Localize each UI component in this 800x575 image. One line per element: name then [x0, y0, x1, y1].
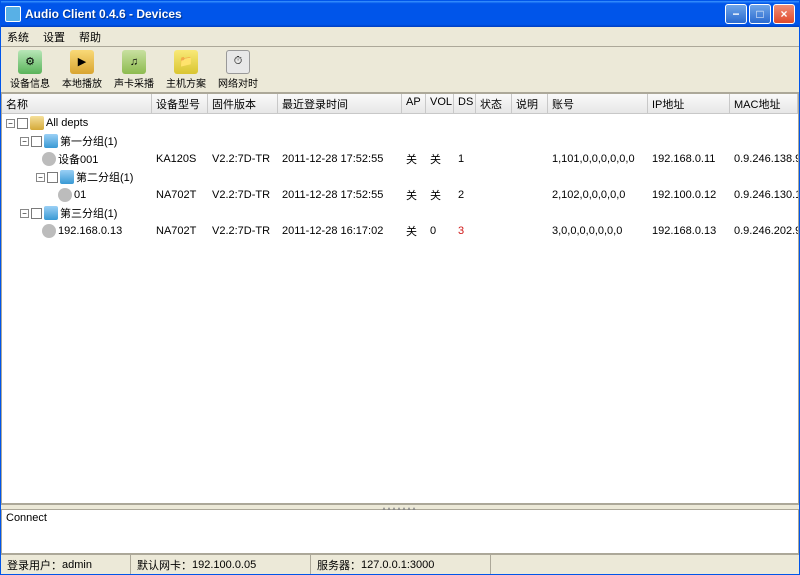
- group-icon: [44, 134, 58, 148]
- table-row[interactable]: 01 NA702T V2.2:7D-TR 2011-12-28 17:52:55…: [2, 186, 798, 204]
- tree-root-label: All depts: [46, 117, 88, 129]
- group-label: 第三分组(1): [60, 205, 117, 221]
- expander-icon[interactable]: −: [6, 119, 15, 128]
- host-plan-icon: 📁: [174, 50, 198, 74]
- group-label: 第一分组(1): [60, 133, 117, 149]
- device-icon: [42, 152, 56, 166]
- app-window: Audio Client 0.4.6 - Devices − □ × 系统 设置…: [0, 0, 800, 575]
- status-user-label: 登录用户：: [7, 557, 62, 573]
- toolbar-host-plan[interactable]: 📁 主机方案: [161, 49, 211, 91]
- tree-root-row[interactable]: − All depts: [2, 114, 798, 132]
- toolbar: ⚙ 设备信息 ▶ 本地播放 ♫ 声卡采播 📁 主机方案 ⏱ 网络对时: [1, 47, 799, 93]
- device-icon: [42, 224, 56, 238]
- device-icon: [58, 188, 72, 202]
- menu-settings[interactable]: 设置: [43, 29, 65, 45]
- col-name[interactable]: 名称: [2, 94, 152, 113]
- status-nic-label: 默认网卡：: [137, 557, 192, 573]
- grid-header: 名称 设备型号 固件版本 最近登录时间 AP VOL DS 状态 说明 账号 I…: [2, 94, 798, 114]
- table-row[interactable]: 192.168.0.13 NA702T V2.2:7D-TR 2011-12-2…: [2, 222, 798, 240]
- group-label: 第二分组(1): [76, 169, 133, 185]
- expander-icon[interactable]: −: [20, 209, 29, 218]
- device-label: 设备001: [58, 151, 98, 167]
- network-sync-icon: ⏱: [226, 50, 250, 74]
- maximize-button[interactable]: □: [749, 4, 771, 24]
- checkbox[interactable]: [17, 118, 28, 129]
- checkbox[interactable]: [31, 136, 42, 147]
- device-info-icon: ⚙: [18, 50, 42, 74]
- expander-icon[interactable]: −: [36, 173, 45, 182]
- content-area: 名称 设备型号 固件版本 最近登录时间 AP VOL DS 状态 说明 账号 I…: [1, 93, 799, 554]
- col-ds[interactable]: DS: [454, 94, 476, 113]
- toolbar-network-sync[interactable]: ⏱ 网络对时: [213, 49, 263, 91]
- expander-icon[interactable]: −: [20, 137, 29, 146]
- toolbar-soundcard-capture[interactable]: ♫ 声卡采播: [109, 49, 159, 91]
- soundcard-icon: ♫: [122, 50, 146, 74]
- col-model[interactable]: 设备型号: [152, 94, 208, 113]
- col-vol[interactable]: VOL: [426, 94, 454, 113]
- tree-group-row[interactable]: − 第二分组(1): [2, 168, 798, 186]
- group-icon: [60, 170, 74, 184]
- device-grid: 名称 设备型号 固件版本 最近登录时间 AP VOL DS 状态 说明 账号 I…: [1, 93, 799, 504]
- app-icon: [5, 6, 21, 22]
- menu-bar: 系统 设置 帮助: [1, 27, 799, 47]
- title-bar: Audio Client 0.4.6 - Devices − □ ×: [1, 1, 799, 27]
- status-server-label: 服务器：: [317, 557, 361, 573]
- status-bar: 登录用户： admin 默认网卡： 192.100.0.05 服务器： 127.…: [1, 554, 799, 574]
- checkbox[interactable]: [31, 208, 42, 219]
- menu-system[interactable]: 系统: [7, 29, 29, 45]
- status-pad: [491, 555, 799, 574]
- col-ip[interactable]: IP地址: [648, 94, 730, 113]
- menu-help[interactable]: 帮助: [79, 29, 101, 45]
- table-row[interactable]: 设备001 KA120S V2.2:7D-TR 2011-12-28 17:52…: [2, 150, 798, 168]
- close-button[interactable]: ×: [773, 4, 795, 24]
- col-ap[interactable]: AP: [402, 94, 426, 113]
- log-line: Connect: [6, 512, 794, 524]
- checkbox[interactable]: [47, 172, 58, 183]
- col-desc[interactable]: 说明: [512, 94, 548, 113]
- group-icon: [44, 206, 58, 220]
- dept-icon: [30, 116, 44, 130]
- col-version[interactable]: 固件版本: [208, 94, 278, 113]
- window-title: Audio Client 0.4.6 - Devices: [25, 7, 725, 21]
- status-nic-value: 192.100.0.05: [192, 559, 256, 571]
- log-panel[interactable]: Connect: [1, 510, 799, 554]
- toolbar-device-info[interactable]: ⚙ 设备信息: [5, 49, 55, 91]
- device-label: 01: [74, 189, 86, 201]
- col-lastlogin[interactable]: 最近登录时间: [278, 94, 402, 113]
- tree-group-row[interactable]: − 第一分组(1): [2, 132, 798, 150]
- grid-body[interactable]: − All depts −: [2, 114, 798, 503]
- status-user-value: admin: [62, 559, 92, 571]
- minimize-button[interactable]: −: [725, 4, 747, 24]
- tree-group-row[interactable]: − 第三分组(1): [2, 204, 798, 222]
- col-account[interactable]: 账号: [548, 94, 648, 113]
- local-play-icon: ▶: [70, 50, 94, 74]
- status-server-value: 127.0.0.1:3000: [361, 559, 434, 571]
- toolbar-local-play[interactable]: ▶ 本地播放: [57, 49, 107, 91]
- col-state[interactable]: 状态: [476, 94, 512, 113]
- col-mac[interactable]: MAC地址: [730, 94, 798, 113]
- device-label: 192.168.0.13: [58, 225, 122, 237]
